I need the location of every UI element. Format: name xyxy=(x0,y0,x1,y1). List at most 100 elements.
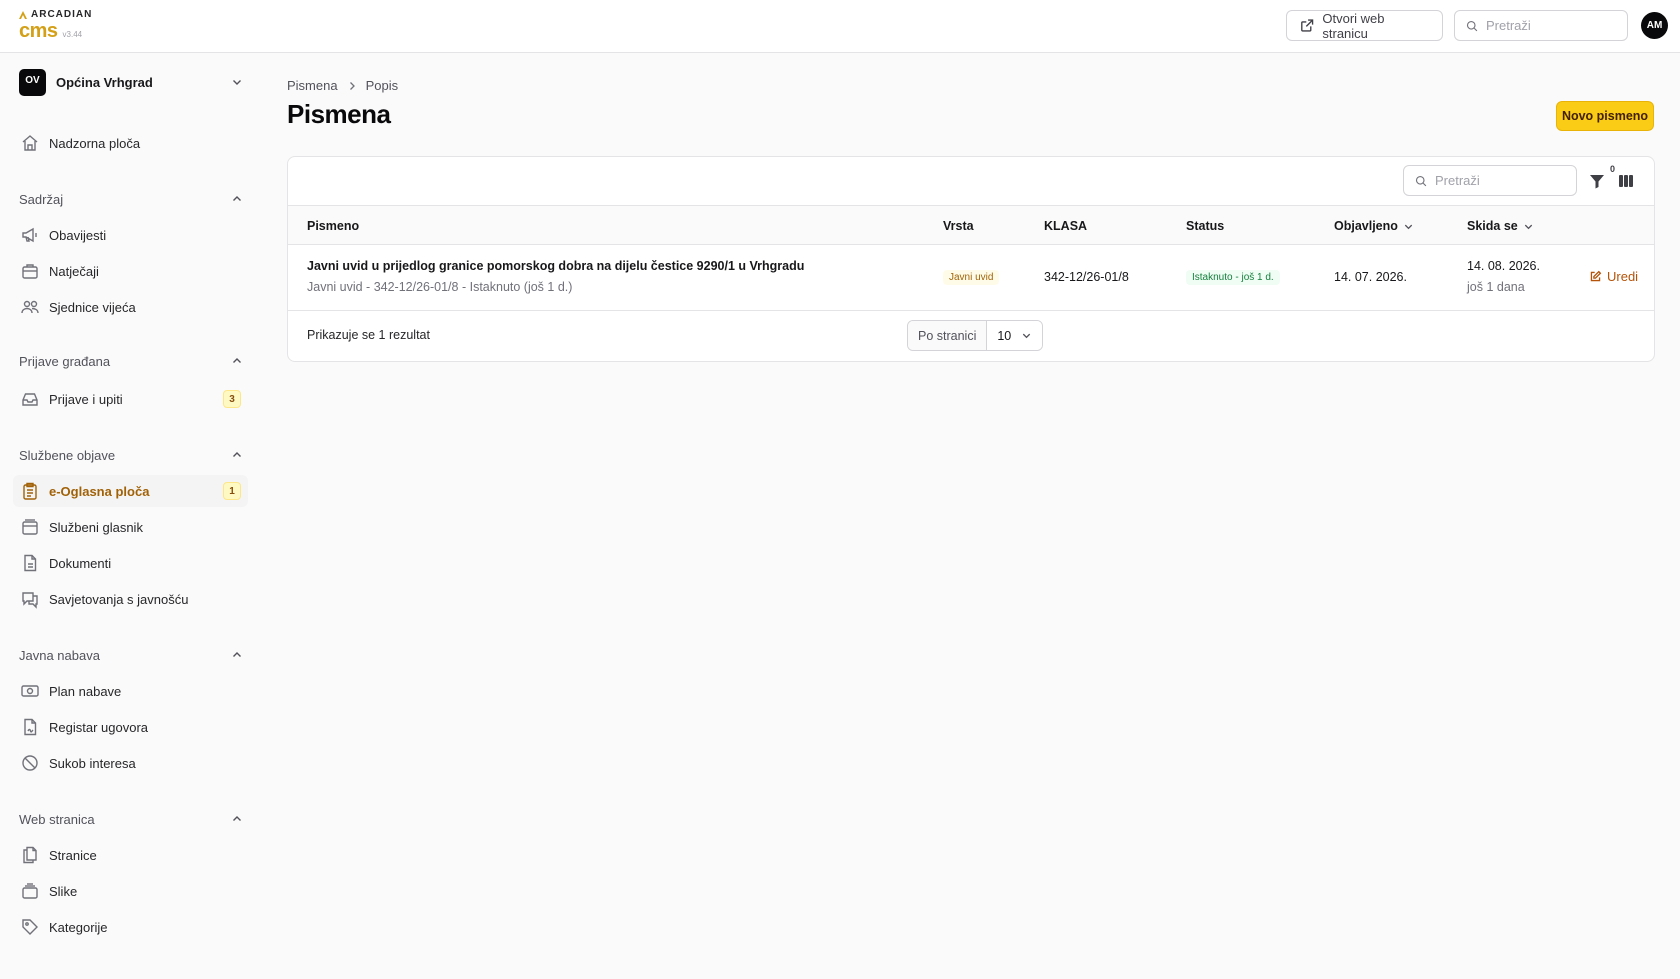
filter-icon[interactable] xyxy=(1588,172,1606,190)
chevron-up-icon xyxy=(233,452,241,457)
sidebar: OV Općina Vrhgrad Nadzorna ploča Sadržaj… xyxy=(0,53,258,979)
sidebar-item-label: Nadzorna ploča xyxy=(49,135,141,151)
clipboard-icon xyxy=(23,482,37,500)
per-page-select[interactable]: 10 xyxy=(987,321,1043,350)
per-page-label: Po stranici xyxy=(908,321,988,350)
count-badge: 3 xyxy=(223,390,241,408)
pages-icon xyxy=(23,846,37,864)
sidebar-item-plan-nabave[interactable]: Plan nabave xyxy=(13,675,248,707)
sidebar-item-label: Službeni glasnik xyxy=(49,519,143,535)
sidebar-item-obavijesti[interactable]: Obavijesti xyxy=(13,219,248,251)
user-avatar[interactable]: AM xyxy=(1641,12,1668,39)
table-search-input[interactable] xyxy=(1435,173,1565,188)
archive-icon xyxy=(22,519,38,535)
top-bar: ARCADIAN cms v3.44 Otvori web stranicu A… xyxy=(0,0,1680,53)
edit-button[interactable]: Uredi xyxy=(1589,269,1638,284)
section-title: Javna nabava xyxy=(19,647,100,663)
cell-status: Istaknuto - još 1 d. xyxy=(1186,269,1280,285)
column-header-status: Status xyxy=(1186,219,1225,233)
home-icon xyxy=(22,135,38,151)
sidebar-item-dashboard[interactable]: Nadzorna ploča xyxy=(13,127,248,159)
sidebar-item-label: Stranice xyxy=(49,847,97,863)
sidebar-item-label: Kategorije xyxy=(49,919,108,935)
chevron-up-icon xyxy=(233,652,241,657)
columns-icon[interactable] xyxy=(1617,172,1635,190)
sidebar-item-label: e-Oglasna ploča xyxy=(49,483,150,499)
logo-brand-text: ARCADIAN xyxy=(31,9,93,20)
users-icon xyxy=(21,300,39,314)
column-header-klasa: KLASA xyxy=(1044,219,1088,233)
table-row[interactable]: Javni uvid u prijedlog granice pomorskog… xyxy=(288,245,1654,311)
row-subtitle: Javni uvid - 342-12/26-01/8 - Istaknuto … xyxy=(307,280,573,294)
section-prijave[interactable]: Prijave građana xyxy=(19,351,243,371)
cell-vrsta: Javni uvid xyxy=(943,269,1000,285)
app-version: v3.44 xyxy=(62,30,83,39)
row-title[interactable]: Javni uvid u prijedlog granice pomorskog… xyxy=(307,259,804,273)
tag-icon xyxy=(22,919,38,935)
chevron-right-icon xyxy=(349,81,355,90)
sidebar-item-savjetovanja[interactable]: Savjetovanja s javnošću xyxy=(13,583,248,615)
new-letter-button[interactable]: Novo pismeno xyxy=(1556,101,1654,131)
section-web-stranica[interactable]: Web stranica xyxy=(19,809,243,829)
chevron-up-icon xyxy=(233,816,241,821)
breadcrumb-item[interactable]: Pismena xyxy=(287,78,338,93)
sidebar-item-label: Sukob interesa xyxy=(49,755,136,771)
sidebar-item-label: Sjednice vijeća xyxy=(49,299,136,315)
section-title: Sadržaj xyxy=(19,191,64,207)
sidebar-item-sukob-interesa[interactable]: Sukob interesa xyxy=(13,747,248,779)
global-search-input[interactable] xyxy=(1486,18,1616,33)
banknote-icon xyxy=(21,685,39,697)
filter-count: 0 xyxy=(1610,164,1616,174)
table-search[interactable] xyxy=(1403,165,1577,196)
table-header: Pismeno Vrsta KLASA Status Objavljeno Sk… xyxy=(288,205,1654,245)
sort-chevron-icon xyxy=(1524,224,1532,229)
sidebar-item-registar-ugovora[interactable]: Registar ugovora xyxy=(13,711,248,743)
logo-mark-icon xyxy=(19,10,27,19)
sidebar-item-label: Slike xyxy=(49,883,78,899)
global-search[interactable] xyxy=(1454,10,1628,41)
sidebar-item-sluzbeni-glasnik[interactable]: Službeni glasnik xyxy=(13,511,248,543)
edit-icon xyxy=(1590,270,1602,282)
sort-chevron-icon xyxy=(1404,224,1413,229)
sidebar-item-label: Savjetovanja s javnošću xyxy=(49,591,189,607)
type-badge: Javni uvid xyxy=(943,270,1000,285)
sidebar-item-kategorije[interactable]: Kategorije xyxy=(13,911,248,943)
per-page-selector[interactable]: Po stranici 10 xyxy=(907,320,1044,351)
sidebar-item-label: Prijave i upiti xyxy=(49,391,123,407)
sidebar-item-sjednice[interactable]: Sjednice vijeća xyxy=(13,291,248,323)
section-title: Prijave građana xyxy=(19,353,111,369)
image-stack-icon xyxy=(22,883,38,899)
section-javna-nabava[interactable]: Javna nabava xyxy=(19,645,243,665)
breadcrumb-item: Popis xyxy=(365,78,399,93)
sidebar-item-slike[interactable]: Slike xyxy=(13,875,248,907)
section-sluzbene-objave[interactable]: Službene objave xyxy=(19,445,243,465)
result-count: Prikazuje se 1 rezultat xyxy=(307,328,430,342)
table-footer: Prikazuje se 1 rezultat Po stranici 10 xyxy=(288,311,1654,361)
briefcase-icon xyxy=(22,264,38,279)
count-badge: 1 xyxy=(223,482,241,500)
inbox-icon xyxy=(22,393,38,406)
search-icon xyxy=(1415,175,1427,186)
removal-date: 14. 08. 2026. xyxy=(1467,259,1540,273)
column-header-skida-se[interactable]: Skida se xyxy=(1467,206,1534,246)
column-header-objavljeno[interactable]: Objavljeno xyxy=(1334,206,1414,246)
sidebar-item-label: Dokumenti xyxy=(49,555,112,571)
external-link-icon xyxy=(1301,19,1314,32)
sidebar-item-label: Plan nabave xyxy=(49,683,122,699)
chevron-down-icon xyxy=(1023,333,1031,339)
sidebar-item-natjecaji[interactable]: Natječaji xyxy=(13,255,248,287)
status-badge: Istaknuto - još 1 d. xyxy=(1186,270,1280,285)
sidebar-item-e-oglasna-ploca[interactable]: e-Oglasna ploča 1 xyxy=(13,475,248,507)
sidebar-item-prijave-upiti[interactable]: Prijave i upiti 3 xyxy=(13,383,248,415)
org-switcher[interactable]: OV Općina Vrhgrad xyxy=(19,68,243,96)
sidebar-item-label: Natječaji xyxy=(49,263,99,279)
cell-pismeno: Javni uvid u prijedlog granice pomorskog… xyxy=(307,259,804,294)
open-website-button[interactable]: Otvori web stranicu xyxy=(1286,10,1443,41)
cell-klasa: 342-12/26-01/8 xyxy=(1044,270,1129,284)
sidebar-item-stranice[interactable]: Stranice xyxy=(13,839,248,871)
open-website-label: Otvori web stranicu xyxy=(1322,10,1385,41)
logo[interactable]: ARCADIAN cms v3.44 xyxy=(19,9,92,42)
sidebar-item-dokumenti[interactable]: Dokumenti xyxy=(13,547,248,579)
section-title: Web stranica xyxy=(19,811,95,827)
section-sadrzaj[interactable]: Sadržaj xyxy=(19,189,243,209)
